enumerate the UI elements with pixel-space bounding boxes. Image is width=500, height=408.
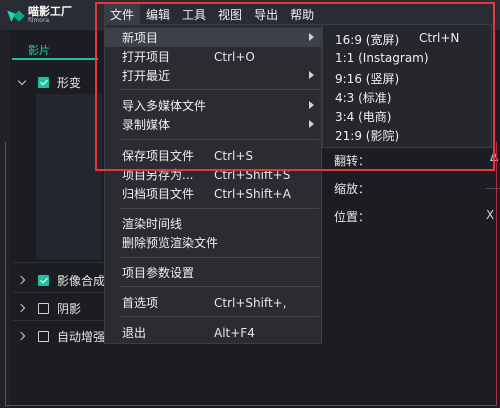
new-project-submenu: 16:9 (宽屏) Ctrl+N 1:1 (Instagram) 9:16 (竖…	[322, 24, 492, 148]
submenu-arrow-icon	[309, 120, 314, 128]
menu-tools[interactable]: 工具	[176, 4, 212, 26]
prop-label-compositing: 影像合成	[57, 273, 106, 288]
menu-item-label: 首选项	[122, 296, 159, 310]
menu-item-label: 录制媒体	[122, 118, 171, 132]
submenu-item-shortcut: Ctrl+N	[419, 31, 460, 45]
chevron-right-icon[interactable]	[18, 331, 28, 341]
menu-divider	[119, 89, 319, 90]
prop-row-transform[interactable]: 形变	[18, 72, 81, 92]
filmora-logo-icon	[8, 7, 24, 23]
compositing-checkbox[interactable]	[38, 274, 49, 286]
submenu-item-21-9[interactable]: 21:9 (影院)	[335, 127, 399, 144]
menu-item-label: 项目参数设置	[122, 266, 195, 280]
submenu-item-label: 4:3 (标准)	[335, 91, 392, 105]
menu-item-save-project-as[interactable]: 项目另存为... Ctrl+Shift+S	[105, 165, 321, 184]
tab-active-indicator	[12, 58, 98, 60]
menu-item-label: 保存项目文件	[122, 149, 195, 163]
menu-item-exit[interactable]: 退出 Alt+F4	[105, 323, 321, 342]
submenu-item-16-9[interactable]: 16:9 (宽屏) Ctrl+N	[335, 31, 459, 48]
menu-item-record-media[interactable]: 录制媒体	[105, 115, 321, 134]
menu-item-shortcut: Ctrl+Shift+S	[214, 167, 291, 182]
submenu-item-4-3[interactable]: 4:3 (标准)	[335, 89, 392, 106]
menu-item-render-timeline[interactable]: 渲染时间线	[105, 214, 321, 233]
menu-item-label: 新项目	[122, 31, 159, 45]
menu-item-label: 打开项目	[122, 50, 171, 64]
section-divider	[12, 292, 104, 293]
submenu-item-9-16[interactable]: 9:16 (竖屏)	[335, 70, 399, 87]
prop-label-shadow: 阴影	[57, 301, 82, 316]
auto-enhance-checkbox[interactable]	[38, 330, 49, 342]
transform-checkbox[interactable]	[38, 76, 49, 88]
menu-item-shortcut: Ctrl+O	[214, 49, 255, 64]
menu-item-label: 打开最近	[122, 69, 171, 83]
chevron-right-icon[interactable]	[18, 303, 28, 313]
submenu-item-3-4[interactable]: 3:4 (电商)	[335, 108, 392, 125]
scale-label: 缩放：	[334, 182, 371, 196]
menu-view[interactable]: 视图	[212, 4, 248, 26]
section-divider	[12, 262, 104, 263]
menu-file[interactable]: 文件	[104, 4, 141, 26]
menu-item-shortcut: Alt+F4	[214, 325, 255, 340]
submenu-item-label: 21:9 (影院)	[335, 129, 400, 143]
chevron-down-icon[interactable]	[18, 77, 28, 87]
chevron-right-icon[interactable]	[18, 275, 28, 285]
menu-item-open-recent[interactable]: 打开最近	[105, 66, 321, 85]
menu-item-label: 删除预览渲染文件	[122, 236, 219, 250]
menu-export[interactable]: 导出	[248, 4, 284, 26]
scale-slider[interactable]	[486, 188, 500, 189]
menu-item-new-project[interactable]: 新项目	[105, 28, 321, 47]
position-label: 位置：	[334, 210, 371, 224]
tab-video[interactable]: 影片	[28, 42, 50, 58]
prop-row-auto-enhance[interactable]: 自动增强	[18, 326, 105, 346]
app-logo: 喵影工厂 filmora	[8, 6, 72, 24]
prop-label-transform: 形变	[57, 75, 82, 90]
submenu-item-label: 16:9 (宽屏)	[335, 33, 400, 47]
menu-divider	[119, 208, 319, 209]
file-menu: 新项目 打开项目 Ctrl+O 打开最近 导入多媒体文件 录制媒体 保存项目文件…	[104, 24, 322, 344]
prop-label-auto-enhance: 自动增强	[57, 329, 106, 344]
prop-row-shadow[interactable]: 阴影	[18, 298, 81, 318]
menu-item-label: 渲染时间线	[122, 217, 183, 231]
submenu-arrow-icon	[309, 71, 314, 79]
logo-text-en: filmora	[28, 17, 50, 24]
submenu-item-label: 3:4 (电商)	[335, 110, 392, 124]
menu-item-import-media[interactable]: 导入多媒体文件	[105, 96, 321, 115]
menu-item-open-project[interactable]: 打开项目 Ctrl+O	[105, 47, 321, 66]
menu-divider	[119, 139, 319, 140]
submenu-item-label: 1:1 (Instagram)	[335, 51, 429, 65]
menu-item-archive-project[interactable]: 归档项目文件 Ctrl+Shift+A	[105, 184, 321, 203]
menu-item-delete-preview-render[interactable]: 删除预览渲染文件	[105, 233, 321, 252]
menu-item-preferences[interactable]: 首选项 Ctrl+Shift+,	[105, 293, 321, 312]
menu-divider	[119, 316, 319, 317]
menu-divider	[119, 286, 319, 287]
transform-section-body	[36, 94, 102, 260]
menu-item-shortcut: Ctrl+Shift+A	[214, 186, 291, 201]
menu-item-project-settings[interactable]: 项目参数设置	[105, 263, 321, 282]
menu-help[interactable]: 帮助	[284, 4, 320, 26]
menu-item-label: 项目另存为...	[122, 168, 194, 182]
menu-divider	[119, 257, 319, 258]
logo-text-cn: 喵影工厂	[28, 5, 72, 18]
submenu-item-label: 9:16 (竖屏)	[335, 72, 400, 86]
section-divider	[12, 320, 104, 321]
flip-icon[interactable]: Δ	[490, 150, 498, 164]
submenu-item-1-1[interactable]: 1:1 (Instagram)	[335, 51, 429, 65]
prop-row-compositing[interactable]: 影像合成	[18, 270, 105, 290]
position-x-label: X	[486, 208, 495, 222]
menu-item-shortcut: Ctrl+Shift+,	[214, 295, 287, 310]
menu-item-label: 导入多媒体文件	[122, 99, 207, 113]
menu-item-save-project[interactable]: 保存项目文件 Ctrl+S	[105, 146, 321, 165]
menu-item-label: 归档项目文件	[122, 187, 195, 201]
submenu-arrow-icon	[309, 101, 314, 109]
shadow-checkbox[interactable]	[38, 302, 49, 314]
submenu-arrow-icon	[309, 33, 314, 41]
flip-label: 翻转：	[334, 154, 371, 168]
menu-item-shortcut: Ctrl+S	[214, 148, 254, 163]
menu-item-label: 退出	[122, 326, 147, 340]
menu-edit[interactable]: 编辑	[140, 4, 176, 26]
